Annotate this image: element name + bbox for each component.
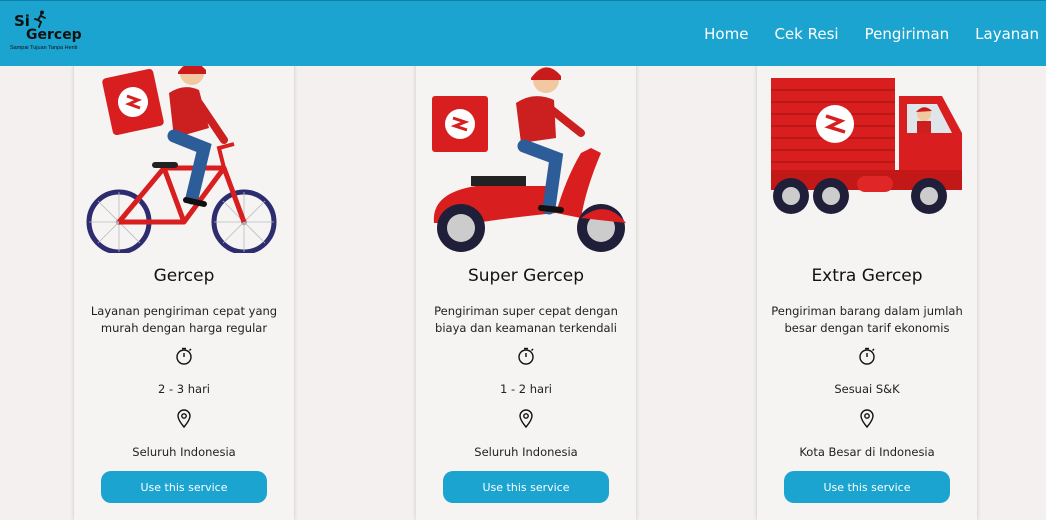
use-service-button[interactable]: Use this service: [101, 471, 267, 503]
service-coverage: Seluruh Indonesia: [474, 445, 578, 459]
service-card-gercep: Gercep Layanan pengiriman cepat yang mur…: [74, 40, 294, 520]
service-duration: 2 - 3 hari: [157, 382, 210, 396]
nav-home[interactable]: Home: [704, 25, 748, 43]
brand-logo[interactable]: Si Gercep Sampai Tujuan Tanpa Henti: [10, 10, 85, 54]
bicycle-courier-illustration: [86, 61, 277, 253]
service-duration: Sesuai S&K: [834, 382, 900, 396]
location-pin-icon: [177, 409, 191, 428]
scooter-courier-illustration: [432, 67, 626, 252]
service-duration: 1 - 2 hari: [499, 382, 552, 396]
stopwatch-icon: [518, 347, 534, 365]
nav-layanan[interactable]: Layanan: [975, 25, 1039, 43]
service-title: Extra Gercep: [811, 266, 923, 286]
service-card-super-gercep: Super Gercep Pengiriman super cepat deng…: [416, 40, 636, 520]
service-title: Gercep: [153, 266, 215, 286]
location-pin-icon: [519, 409, 533, 428]
brand-line2: Gercep: [26, 27, 82, 43]
nav-pengiriman[interactable]: Pengiriman: [865, 25, 950, 43]
location-pin-icon: [860, 409, 874, 428]
navbar: Si Gercep Sampai Tujuan Tanpa Henti Home…: [0, 0, 1046, 66]
service-description: Pengiriman barang dalam jumlah besar den…: [771, 304, 963, 335]
brand-tagline: Sampai Tujuan Tanpa Henti: [10, 45, 78, 51]
nav-menu: Home Cek Resi Pengiriman Layanan: [678, 1, 1039, 67]
stopwatch-icon: [859, 347, 875, 365]
service-title: Super Gercep: [467, 266, 585, 286]
use-service-button[interactable]: Use this service: [784, 471, 950, 503]
use-service-button[interactable]: Use this service: [443, 471, 609, 503]
stopwatch-icon: [176, 347, 192, 365]
service-coverage: Seluruh Indonesia: [132, 445, 236, 459]
service-coverage: Kota Besar di Indonesia: [799, 445, 935, 459]
service-description: Layanan pengiriman cepat yang murah deng…: [90, 304, 278, 335]
runner-icon: [34, 10, 46, 28]
service-description: Pengiriman super cepat dengan biaya dan …: [434, 304, 618, 335]
nav-cek-resi[interactable]: Cek Resi: [774, 25, 838, 43]
service-card-extra-gercep: Extra Gercep Pengiriman barang dalam jum…: [757, 40, 977, 520]
delivery-truck-illustration: [771, 78, 962, 214]
